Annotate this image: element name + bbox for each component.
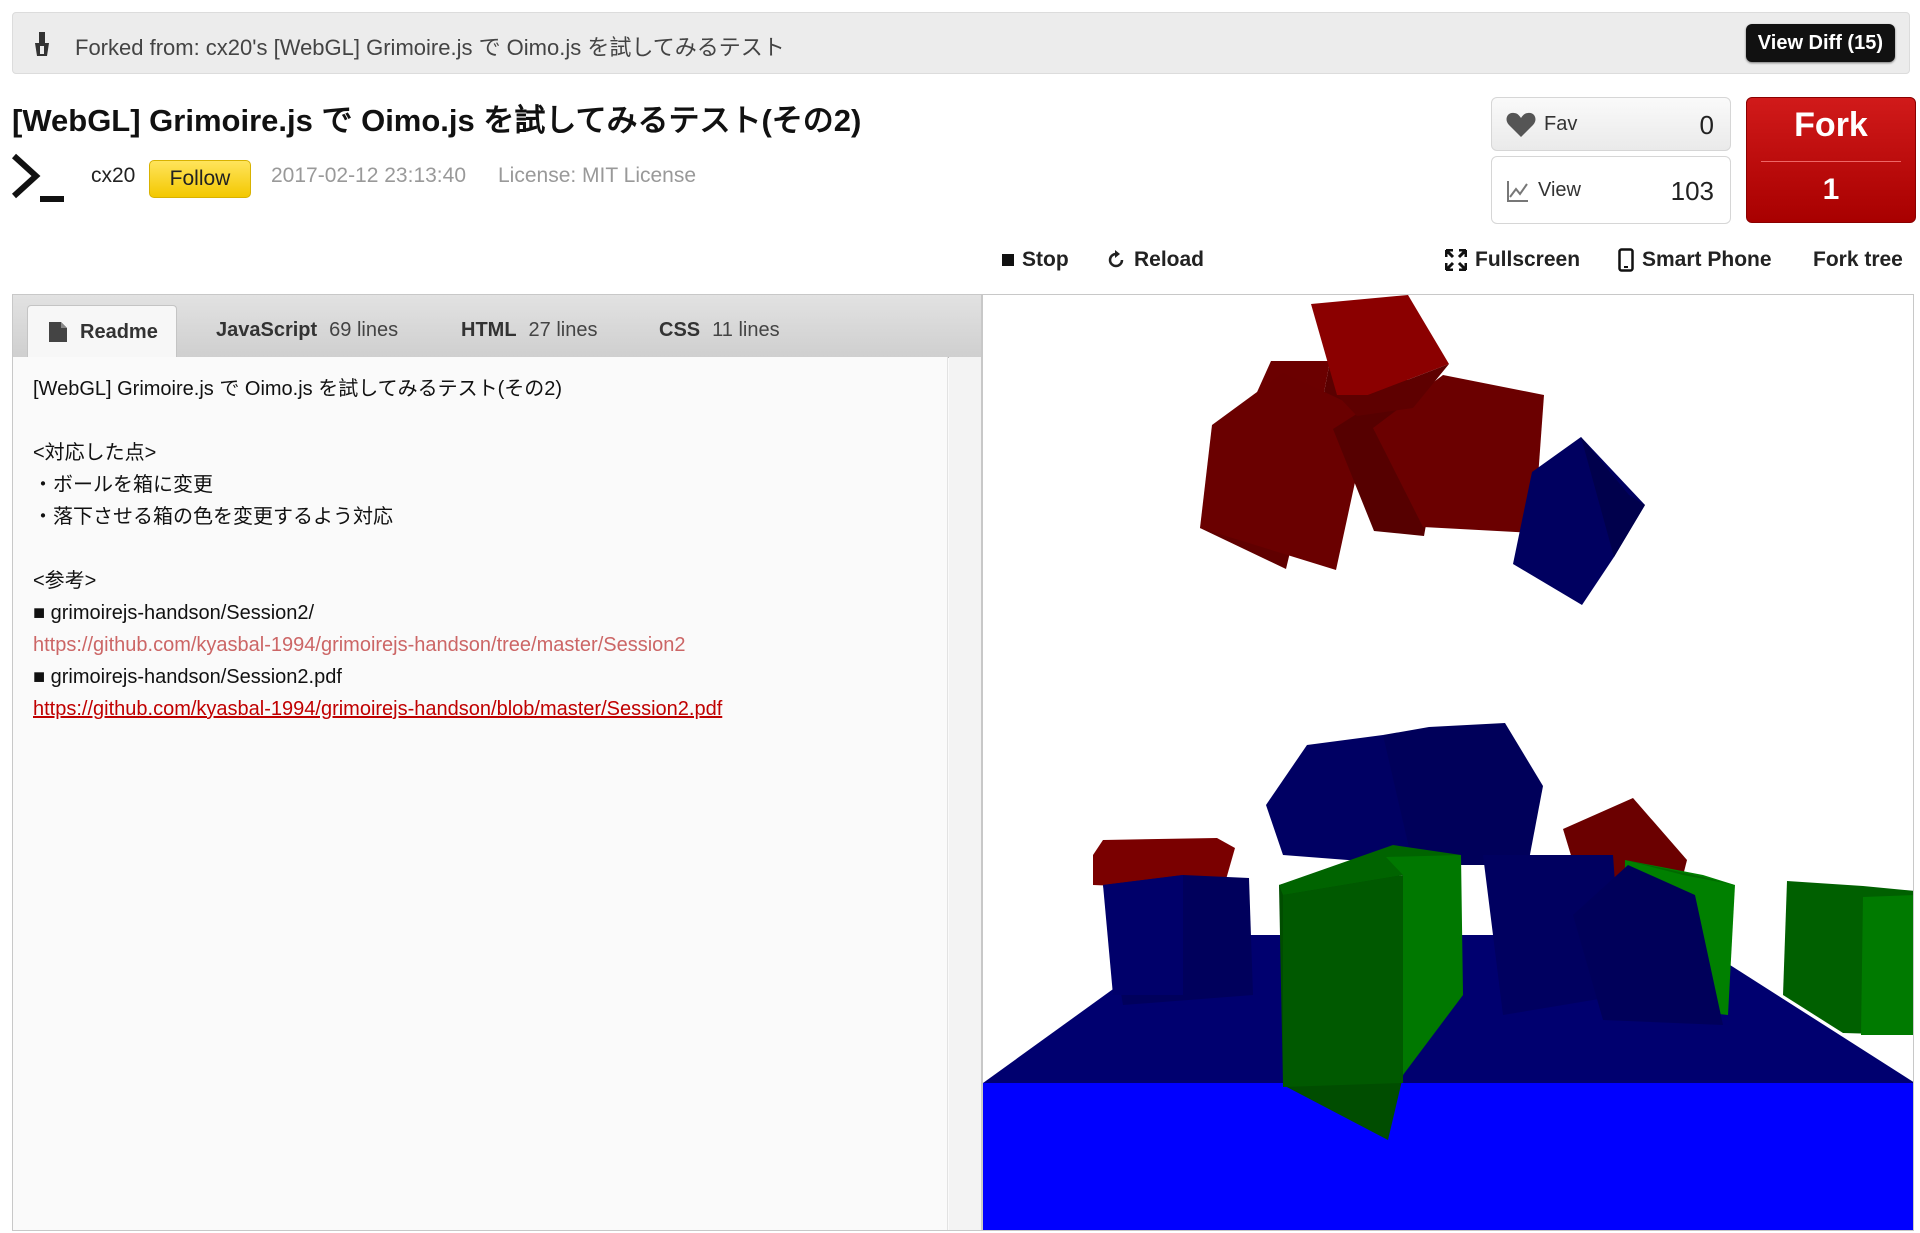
readme-section-heading: <対応した点> xyxy=(33,442,157,464)
forked-from-bar: Forked from: cx20's [WebGL] Grimoire.js … xyxy=(12,12,1910,74)
fav-count: 0 xyxy=(1699,110,1714,140)
document-icon xyxy=(49,321,67,342)
smartphone-button[interactable]: Smart Phone xyxy=(1618,248,1772,272)
preview-panel[interactable] xyxy=(982,294,1914,1231)
tab-html[interactable]: HTML 27 lines xyxy=(461,305,597,357)
fav-button[interactable]: Fav 0 xyxy=(1491,97,1731,151)
tab-readme[interactable]: Readme xyxy=(27,305,177,357)
fork-button-label: Fork xyxy=(1794,106,1868,144)
view-label: View xyxy=(1538,179,1581,201)
readme-ref-title: ■ grimoirejs-handson/Session2.pdf xyxy=(33,666,342,688)
webgl-canvas[interactable] xyxy=(983,295,1914,1231)
fork-icon xyxy=(35,32,49,56)
tab-html-lines: 27 lines xyxy=(528,319,598,341)
stop-button[interactable]: Stop xyxy=(1002,248,1069,272)
fullscreen-icon xyxy=(1445,249,1467,271)
readme-heading: [WebGL] Grimoire.js で Oimo.js を試してみるテスト(… xyxy=(33,378,563,400)
fav-label: Fav xyxy=(1544,113,1578,135)
tab-css[interactable]: CSS 11 lines xyxy=(659,305,780,357)
forked-from-text[interactable]: Forked from: cx20's [WebGL] Grimoire.js … xyxy=(75,30,785,62)
tab-javascript-label: JavaScript xyxy=(216,319,318,341)
editor-panel: Readme JavaScript 69 lines HTML 27 lines C… xyxy=(12,294,982,1231)
post-date: 2017-02-12 23:13:40 xyxy=(271,164,466,187)
floor-front xyxy=(983,1083,1913,1230)
fork-tree-label: Fork tree xyxy=(1813,248,1903,271)
stop-label: Stop xyxy=(1022,248,1069,271)
readme-ref-title: ■ grimoirejs-handson/Session2/ xyxy=(33,602,315,624)
tab-css-label: CSS xyxy=(659,319,701,341)
view-counter: View 103 xyxy=(1491,156,1731,224)
stacked-box-navy xyxy=(1266,723,1543,865)
readme-list-item: ・落下させる箱の色を変更するよう対応 xyxy=(33,506,393,528)
license[interactable]: License: MIT License xyxy=(498,164,696,188)
fullscreen-label: Fullscreen xyxy=(1475,248,1581,271)
tab-readme-label: Readme xyxy=(80,320,158,343)
tab-css-lines: 11 lines xyxy=(712,319,780,341)
smartphone-icon xyxy=(1618,248,1634,272)
readme-link[interactable]: https://github.com/kyasbal-1994/grimoire… xyxy=(33,634,686,656)
readme-link[interactable]: https://github.com/kyasbal-1994/grimoire… xyxy=(33,698,722,720)
avatar[interactable] xyxy=(10,152,70,206)
author-username[interactable]: cx20 xyxy=(91,164,135,188)
stop-icon xyxy=(1002,254,1014,266)
page-title: [WebGL] Grimoire.js で Oimo.js を試してみるテスト(… xyxy=(12,103,862,138)
tab-bar: Readme JavaScript 69 lines HTML 27 lines C… xyxy=(13,295,981,358)
reload-icon xyxy=(1108,250,1124,268)
follow-button[interactable]: Follow xyxy=(149,160,251,198)
readme-list-item: ・ボールを箱に変更 xyxy=(33,474,213,496)
reload-button[interactable]: Reload xyxy=(1106,248,1204,272)
reload-label: Reload xyxy=(1134,248,1205,271)
fork-tree-link[interactable]: Fork tree xyxy=(1813,248,1903,272)
fullscreen-button[interactable]: Fullscreen xyxy=(1445,248,1580,272)
tab-javascript[interactable]: JavaScript 69 lines xyxy=(216,305,398,357)
fork-button-divider xyxy=(1761,161,1901,162)
view-diff-button[interactable]: View Diff (15) xyxy=(1745,24,1895,62)
view-count: 103 xyxy=(1670,176,1714,206)
tab-html-label: HTML xyxy=(461,319,517,341)
readme-content: [WebGL] Grimoire.js で Oimo.js を試してみるテスト(… xyxy=(13,357,948,1230)
fork-count: 1 xyxy=(1822,173,1840,206)
fork-button[interactable]: Fork 1 xyxy=(1746,97,1916,223)
smartphone-label: Smart Phone xyxy=(1642,248,1772,271)
scrollbar-track[interactable] xyxy=(949,357,981,1230)
chart-icon xyxy=(1507,181,1528,202)
heart-icon xyxy=(1506,112,1536,137)
tab-javascript-lines: 69 lines xyxy=(329,319,399,341)
readme-section-heading: <参考> xyxy=(33,570,97,592)
